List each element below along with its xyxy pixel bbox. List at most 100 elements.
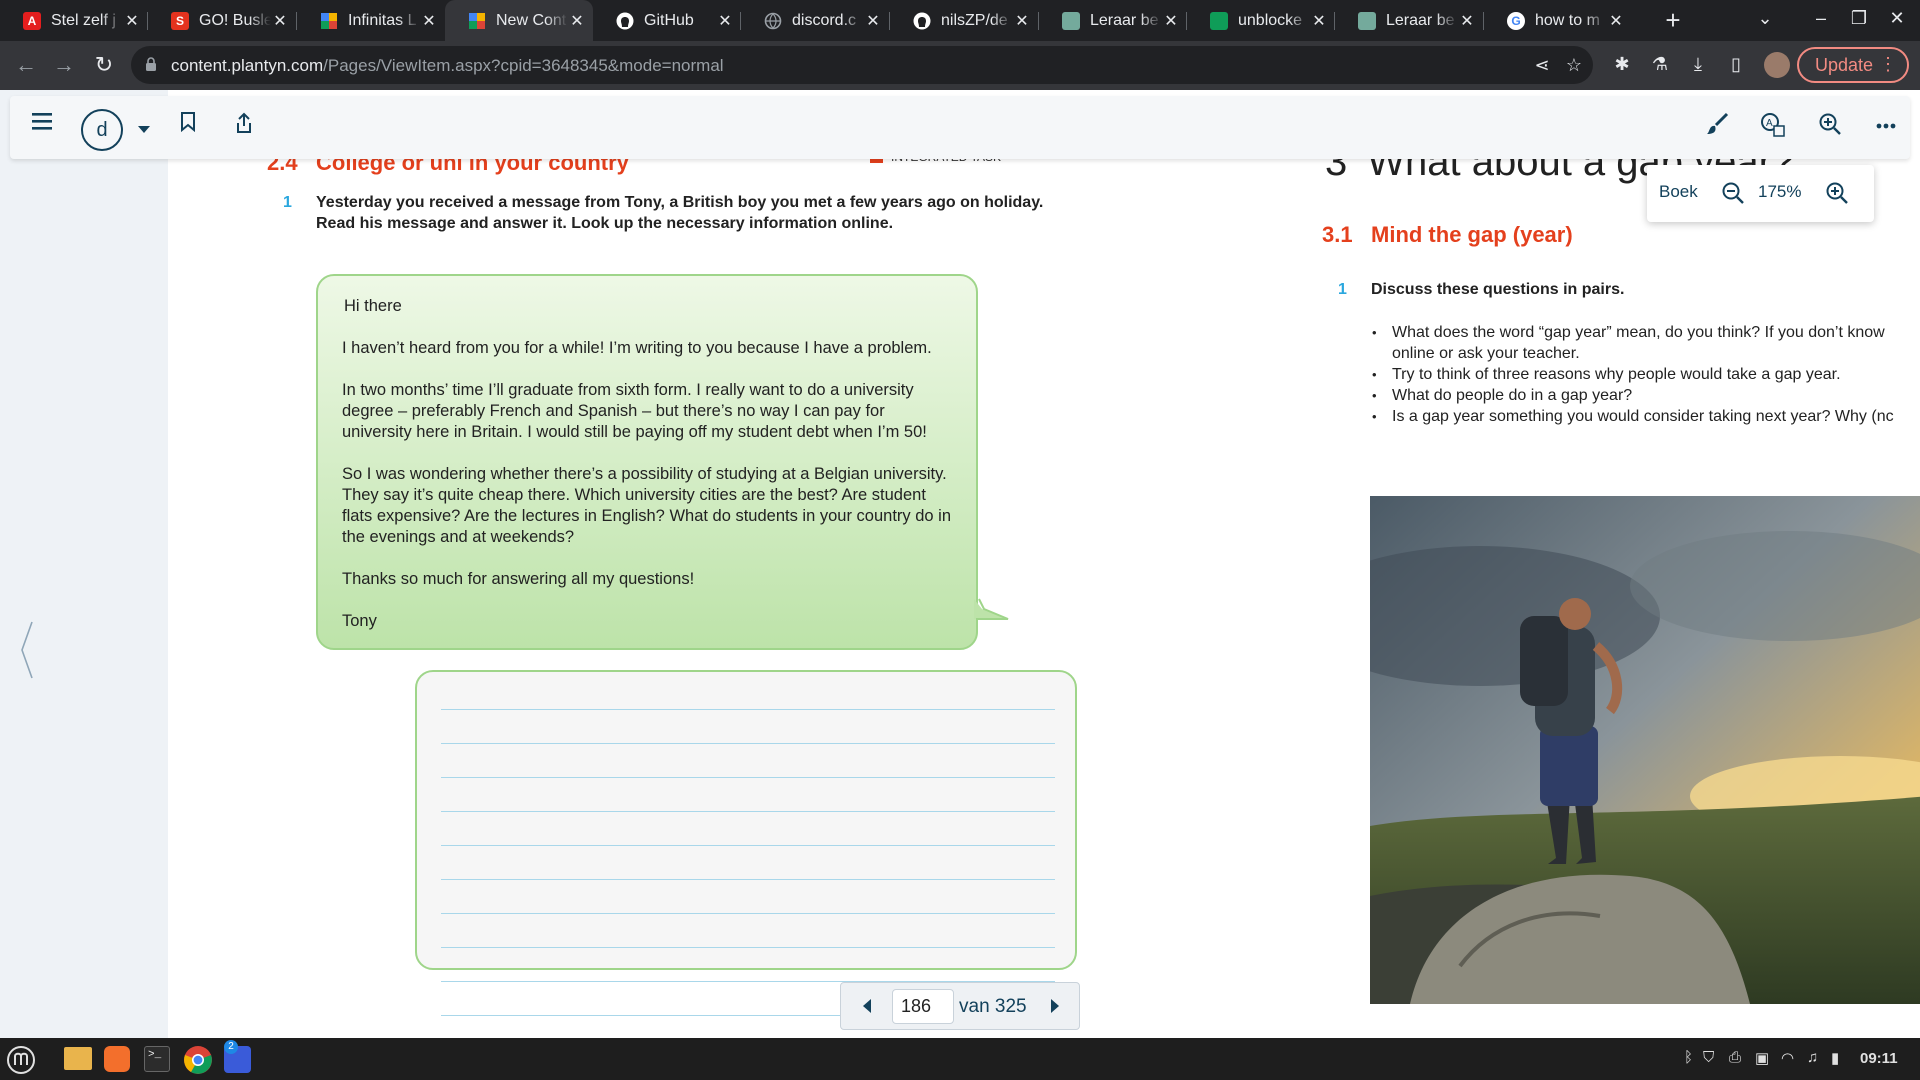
close-tab-icon[interactable]: ✕ [1014,11,1030,31]
user-avatar[interactable]: d [81,109,123,151]
clock[interactable]: 09:11 [1860,1050,1898,1067]
tab-title: how to m [1535,11,1600,29]
reader-toolbar: d A [10,96,1910,159]
zoom-in-icon[interactable] [1825,181,1849,205]
sheets-icon [1210,11,1228,30]
translate-icon[interactable]: A [1758,112,1788,142]
browser-tab[interactable]: Leraar be ✕ [1039,5,1187,36]
previous-page-icon[interactable] [863,999,871,1013]
browser-tab[interactable]: Infinitas L ✕ [297,5,445,36]
message-paragraph: I haven’t heard from you for a while! I’… [342,339,932,357]
chrome-icon[interactable] [183,1045,213,1075]
share-icon[interactable] [229,112,259,142]
hiker-photo [1370,496,1920,1004]
question-list: What does the word “gap year” mean, do y… [1370,322,1920,427]
page-navigator: van 325 [840,982,1080,1030]
extensions-icon[interactable]: ✱ [1610,54,1634,78]
bookmark-star-icon[interactable]: ☆ [1563,55,1585,77]
address-bar[interactable]: content.plantyn.com/Pages/ViewItem.aspx?… [131,46,1593,84]
reload-icon[interactable]: ↻ [90,52,118,80]
app-launcher-icon[interactable] [104,1046,130,1072]
url-host: content.plantyn.com [171,56,324,75]
forward-icon[interactable]: → [50,52,78,80]
message-paragraph: So I was wondering whether there’s a pos… [342,465,952,546]
answer-writing-box[interactable] [415,670,1077,1016]
tab-title: discord.c [792,11,857,29]
message-paragraph: In two months’ time I’ll graduate from s… [342,381,927,441]
answer-line [441,743,1055,744]
speech-tail-icon [974,598,1009,620]
close-tab-icon[interactable]: ✕ [717,11,733,31]
google-icon: G [1507,11,1525,30]
wifi-icon[interactable]: ◠ [1781,1049,1794,1067]
restore-icon[interactable]: ❐ [1844,8,1874,29]
printer-icon[interactable]: ⎙ [1729,1049,1741,1066]
labs-flask-icon[interactable]: ⚗ [1648,54,1672,78]
chevron-down-icon[interactable] [138,126,150,133]
browser-tab[interactable]: GitHub ✕ [593,5,741,36]
section-title: Mind the gap (year) [1371,222,1573,247]
tab-search-icon[interactable]: ⌄ [1750,8,1780,29]
close-tab-icon[interactable]: ✕ [1311,11,1327,31]
browser-tab[interactable]: A Stel zelf j ✕ [0,5,148,36]
browser-tab[interactable]: New Cont ✕ [445,0,593,41]
message-signature: Tony [342,612,377,630]
file-manager-icon[interactable] [64,1047,92,1070]
bookmark-icon[interactable] [173,112,203,142]
close-window-icon[interactable]: ✕ [1882,8,1912,29]
back-icon[interactable]: ← [12,52,40,80]
volume-icon[interactable]: ♫ [1807,1049,1818,1066]
exercise-instruction: Yesterday you received a message from To… [316,194,1044,232]
exercise-number: 1 [283,194,292,211]
browser-tab[interactable]: Leraar be ✕ [1335,5,1483,36]
next-page-icon[interactable] [1051,999,1059,1013]
shield-icon[interactable]: ⛉ [1703,1049,1714,1066]
download-icon[interactable]: ⤓ [1686,54,1710,78]
url-text: content.plantyn.com/Pages/ViewItem.aspx?… [171,56,724,76]
book-zoom-label[interactable]: Boek [1659,182,1698,202]
close-tab-icon[interactable]: ✕ [569,11,585,31]
close-tab-icon[interactable]: ✕ [1163,11,1179,31]
browser-tab[interactable]: S GO! Busle ✕ [148,5,296,36]
page-total-label: van 325 [959,996,1027,1017]
profile-avatar[interactable] [1764,52,1790,78]
zoom-in-icon[interactable] [1815,112,1845,142]
tab-title: nilsZP/de [941,11,1008,29]
globe-icon [764,12,782,30]
terminal-icon[interactable]: >_ [144,1046,170,1072]
adobe-icon: A [23,11,41,30]
close-tab-icon[interactable]: ✕ [865,11,881,31]
clipboard-icon[interactable]: ▣ [1755,1049,1769,1067]
bluetooth-icon[interactable]: ᛒ [1684,1049,1693,1066]
answer-line [441,913,1055,914]
browser-tab[interactable]: unblocke ✕ [1187,5,1335,36]
hamburger-menu-icon[interactable] [28,112,58,142]
browser-tab[interactable]: Ghow to m ✕ [1484,5,1632,36]
side-panel-icon[interactable]: ▯ [1724,54,1748,78]
close-tab-icon[interactable]: ✕ [421,11,437,31]
answer-line [441,845,1055,846]
minimize-icon[interactable]: – [1806,8,1836,29]
zoom-out-icon[interactable] [1721,181,1745,205]
page-number-input[interactable] [892,989,954,1024]
share-icon[interactable]: ⋖ [1531,55,1553,77]
brush-icon[interactable] [1702,112,1732,142]
close-tab-icon[interactable]: ✕ [1608,11,1624,31]
more-options-icon[interactable] [1871,112,1901,142]
battery-icon[interactable]: ▮ [1831,1049,1839,1067]
window-count-badge: 2 [224,1040,238,1054]
browser-tab[interactable]: discord.c ✕ [741,5,889,36]
menu-dots-icon[interactable]: ⋮ [1879,54,1897,75]
new-tab-button[interactable]: + [1658,6,1688,36]
mint-menu-icon[interactable] [6,1045,36,1075]
tab-title: GO! Busle [199,11,271,29]
close-tab-icon[interactable]: ✕ [272,11,288,31]
close-tab-icon[interactable]: ✕ [124,11,140,31]
svg-text:A: A [1766,118,1773,129]
close-tab-icon[interactable]: ✕ [1459,11,1475,31]
github-icon [913,12,931,30]
update-button[interactable]: Update ⋮ [1797,47,1909,83]
question-item: Try to think of three reasons why people… [1370,364,1920,385]
browser-tab[interactable]: nilsZP/de ✕ [890,5,1038,36]
previous-page-arrow-icon[interactable] [18,620,42,680]
